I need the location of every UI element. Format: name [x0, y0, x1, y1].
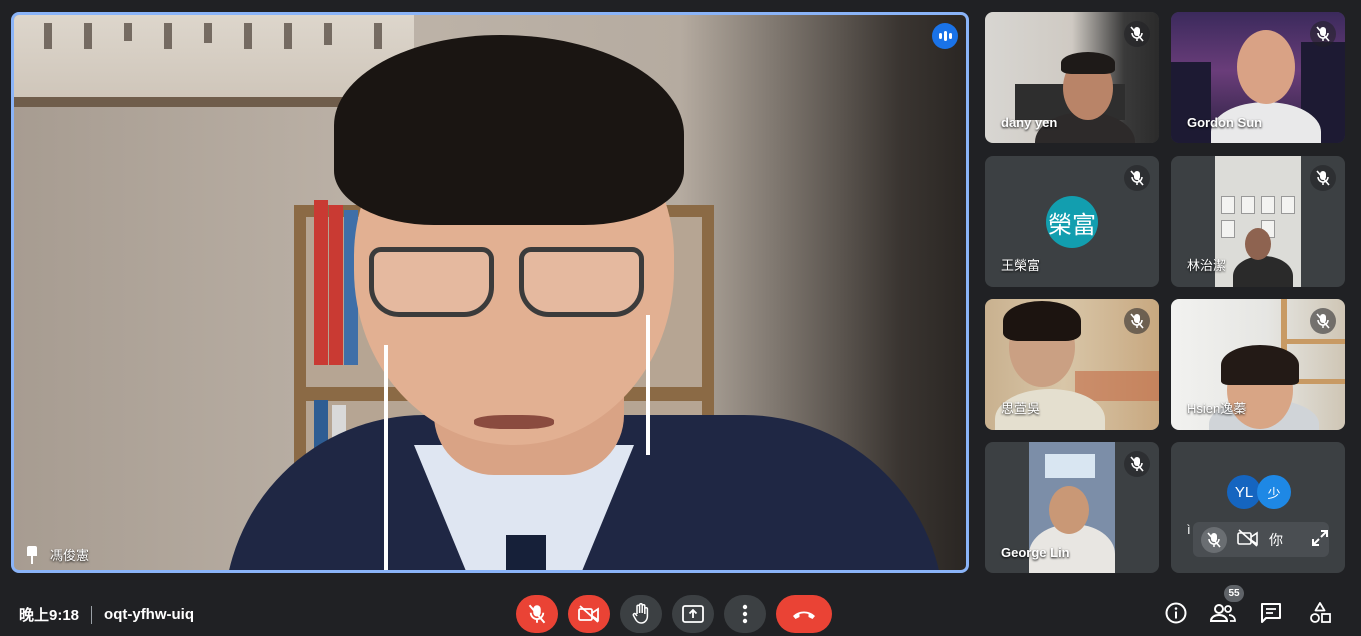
participant-name: 王榮富	[1001, 258, 1041, 273]
present-button[interactable]	[672, 595, 714, 633]
mic-off-icon	[1310, 308, 1336, 334]
participant-tile[interactable]: George Lin	[985, 442, 1159, 573]
participant-tile[interactable]: 榮富 王榮富	[985, 156, 1159, 287]
participant-tile[interactable]: 林治潔	[1171, 156, 1345, 287]
activities-icon	[1310, 602, 1331, 623]
avatar: 榮富	[1046, 196, 1098, 248]
main-speaker-tile[interactable]: 馮俊憲	[11, 12, 969, 573]
mic-off-icon	[1310, 165, 1336, 191]
mic-toggle-button[interactable]	[516, 595, 558, 633]
participants-button[interactable]	[1210, 600, 1236, 626]
hang-up-icon	[793, 611, 815, 619]
participant-name: 思萱吳	[1001, 401, 1041, 416]
mic-off-icon	[1124, 21, 1150, 47]
participant-tile[interactable]: Hsien逸蓁	[1171, 299, 1345, 430]
more-options-button[interactable]	[724, 595, 766, 633]
chat-button[interactable]	[1258, 600, 1284, 626]
chat-icon	[1261, 603, 1281, 623]
hand-icon	[632, 603, 649, 624]
meeting-details-button[interactable]	[1163, 600, 1189, 626]
mic-off-icon	[1124, 451, 1150, 477]
main-speaker-name: 馮俊憲	[50, 548, 90, 563]
present-icon	[682, 605, 704, 623]
mic-off-icon	[1124, 308, 1150, 334]
pin-icon[interactable]	[24, 545, 40, 564]
others-tile-controls: 你	[1193, 522, 1329, 557]
participant-name: dany yen	[1001, 115, 1058, 130]
participant-name: Hsien逸蓁	[1187, 401, 1247, 416]
camera-toggle-button[interactable]	[568, 595, 610, 633]
people-icon	[1210, 604, 1236, 622]
camera-off-icon[interactable]	[1237, 529, 1259, 550]
participant-name: Gordon Sun	[1187, 115, 1263, 130]
activities-button[interactable]	[1307, 600, 1333, 626]
main-speaker-label: 馮俊憲	[24, 545, 89, 564]
others-name-fragment: ì	[1187, 522, 1191, 537]
others-hover-label: 你	[1269, 531, 1283, 548]
more-vert-icon	[742, 604, 748, 624]
meeting-code[interactable]: oqt-yfhw-uiq	[104, 606, 194, 623]
camera-off-icon	[578, 605, 599, 623]
avatar: 少	[1257, 475, 1291, 509]
mic-off-icon	[528, 604, 546, 624]
meeting-time: 晚上9:18	[19, 607, 80, 624]
speaker-video	[14, 15, 966, 570]
participant-tile[interactable]: dany yen	[985, 12, 1159, 143]
mic-off-icon[interactable]	[1201, 526, 1227, 553]
expand-icon[interactable]	[1311, 529, 1329, 550]
participant-tile[interactable]: Gordon Sun	[1171, 12, 1345, 143]
info-icon	[1165, 602, 1187, 624]
meeting-info: 晚上9:18 oqt-yfhw-uiq	[19, 604, 194, 625]
participant-count-badge: 55	[1224, 585, 1244, 602]
divider	[91, 605, 93, 624]
participant-tile[interactable]: 思萱吳	[985, 299, 1159, 430]
participant-name: 林治潔	[1187, 258, 1227, 273]
others-tile[interactable]: YL 少 ì 你	[1171, 442, 1345, 573]
raise-hand-button[interactable]	[620, 595, 662, 633]
participant-name: George Lin	[1001, 545, 1070, 560]
speaking-indicator-icon	[932, 23, 958, 49]
mic-off-icon	[1124, 165, 1150, 191]
avatar: YL	[1227, 475, 1261, 509]
mic-off-icon	[1310, 21, 1336, 47]
leave-call-button[interactable]	[776, 595, 832, 633]
